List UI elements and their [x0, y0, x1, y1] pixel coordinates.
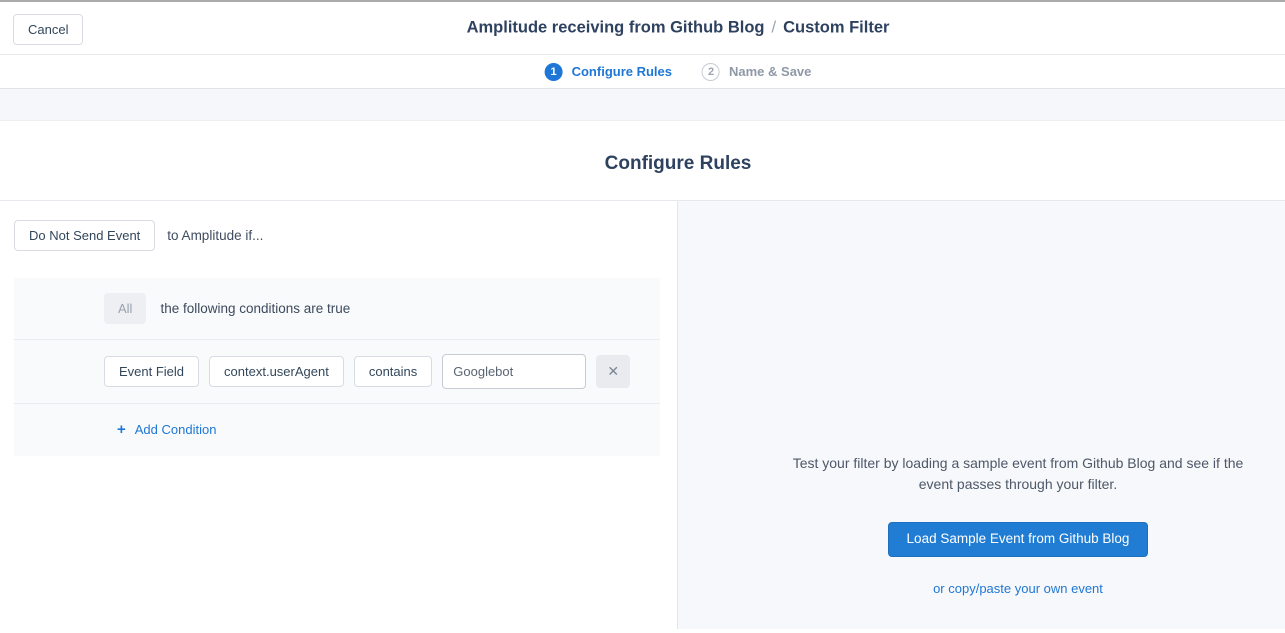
main-content: Do Not Send Event to Amplitude if... All…: [0, 201, 1285, 629]
operator-row: All the following conditions are true: [14, 278, 660, 340]
step-1-label: Configure Rules: [572, 64, 672, 79]
condition-field-button[interactable]: context.userAgent: [209, 356, 344, 387]
operator-selector[interactable]: All: [104, 293, 146, 324]
cancel-button[interactable]: Cancel: [13, 14, 83, 45]
step-configure-rules[interactable]: 1 Configure Rules: [545, 63, 672, 81]
add-condition-button[interactable]: + Add Condition: [117, 421, 216, 438]
step-2-badge: 2: [702, 63, 720, 81]
rules-pane: Do Not Send Event to Amplitude if... All…: [0, 201, 678, 629]
filter-action-suffix: to Amplitude if...: [167, 228, 263, 243]
step-name-save[interactable]: 2 Name & Save: [702, 63, 811, 81]
condition-row: Event Field context.userAgent contains ✕: [14, 340, 660, 404]
add-condition-row: + Add Condition: [14, 404, 660, 456]
condition-group: All the following conditions are true Ev…: [14, 278, 660, 456]
stepper-steps: 1 Configure Rules 2 Name & Save: [545, 63, 812, 81]
remove-condition-button[interactable]: ✕: [596, 355, 630, 388]
sub-header-band: [0, 89, 1285, 121]
header: Cancel Amplitude receiving from Github B…: [0, 2, 1285, 55]
condition-operator-button[interactable]: contains: [354, 356, 432, 387]
test-description: Test your filter by loading a sample eve…: [782, 453, 1254, 495]
test-content: Test your filter by loading a sample eve…: [678, 201, 1285, 596]
test-pane: Test your filter by loading a sample eve…: [678, 201, 1285, 629]
section-header: Configure Rules: [0, 121, 1285, 201]
condition-type-button[interactable]: Event Field: [104, 356, 199, 387]
add-condition-label: Add Condition: [135, 422, 217, 437]
breadcrumb-separator: /: [765, 19, 784, 37]
paste-own-event-link[interactable]: or copy/paste your own event: [751, 581, 1285, 596]
filter-action-row: Do Not Send Event to Amplitude if...: [14, 220, 677, 251]
filter-action-button[interactable]: Do Not Send Event: [14, 220, 155, 251]
load-sample-event-button[interactable]: Load Sample Event from Github Blog: [888, 522, 1149, 557]
step-2-label: Name & Save: [729, 64, 811, 79]
breadcrumb-current: Custom Filter: [783, 19, 889, 37]
custom-filter-page: { "header": { "cancel_label": "Cancel", …: [0, 0, 1285, 633]
plus-icon: +: [117, 421, 126, 438]
operator-suffix: the following conditions are true: [160, 301, 350, 316]
close-icon: ✕: [607, 363, 619, 380]
condition-value-input[interactable]: [442, 354, 586, 389]
breadcrumb: Amplitude receiving from Github Blog/Cus…: [467, 19, 890, 38]
wizard-stepper: 1 Configure Rules 2 Name & Save: [0, 55, 1285, 89]
step-1-badge: 1: [545, 63, 563, 81]
breadcrumb-source: Amplitude receiving from Github Blog: [467, 19, 765, 37]
page-title: Configure Rules: [605, 153, 752, 175]
